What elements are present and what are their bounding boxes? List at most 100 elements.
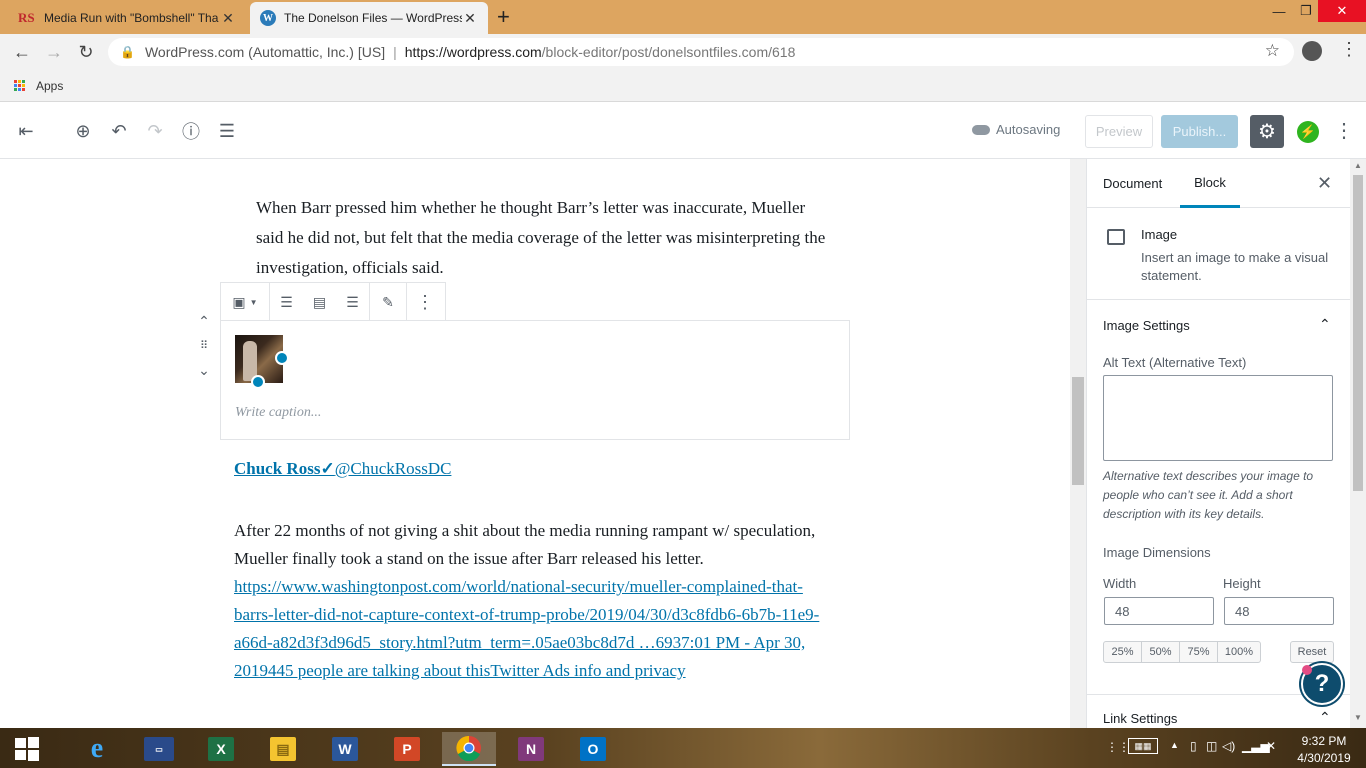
outline-icon[interactable]: ☰ xyxy=(214,118,240,144)
account-avatar-icon[interactable] xyxy=(1302,41,1322,61)
minimize-button[interactable]: — xyxy=(1264,0,1294,22)
align-left-icon[interactable]: ☰ xyxy=(270,283,303,321)
tab-close-icon[interactable]: ✕ xyxy=(220,10,236,27)
percent-50-button[interactable]: 50% xyxy=(1141,641,1180,663)
block-toolbar: ▣ ▼ ☰ ▤ ☰ ✎ ⋮ xyxy=(220,282,446,321)
preview-button[interactable]: Preview xyxy=(1085,115,1153,148)
width-label: Width xyxy=(1103,576,1137,591)
caption-input[interactable]: Write caption... xyxy=(235,405,321,421)
image-block[interactable]: Write caption... xyxy=(220,320,850,440)
url-host: https://wordpress.com xyxy=(404,44,542,60)
info-icon[interactable]: ⓘ xyxy=(178,118,204,144)
width-field[interactable]: 48 xyxy=(1104,597,1214,625)
scroll-down-arrow-icon[interactable]: ▼ xyxy=(1354,713,1362,722)
vertical-ellipsis-icon[interactable]: ⋮ xyxy=(1334,118,1354,143)
chrome-icon[interactable] xyxy=(442,732,496,766)
block-type-switcher[interactable]: ▣ ▼ xyxy=(221,283,269,321)
network-icon[interactable]: ◫ xyxy=(1206,739,1217,753)
publish-button[interactable]: Publish... xyxy=(1161,115,1238,148)
show-hidden-icons[interactable]: ▲ xyxy=(1170,740,1179,750)
onenote-icon[interactable]: N xyxy=(504,732,558,766)
percent-25-button[interactable]: 25% xyxy=(1103,641,1142,663)
windows-start-icon[interactable] xyxy=(0,732,54,766)
browser-tab-rs[interactable]: RS Media Run with "Bombshell" Tha ✕ xyxy=(8,2,246,34)
sidebar-scrollbar[interactable]: ▲ ▼ xyxy=(1350,159,1366,728)
outlook-icon[interactable]: O xyxy=(566,732,620,766)
exit-icon[interactable]: ⇤ xyxy=(13,118,39,144)
action-center-icon[interactable]: ✕ xyxy=(1266,739,1276,753)
volume-icon[interactable]: ◁) xyxy=(1222,739,1235,753)
new-tab-button[interactable]: + xyxy=(497,4,510,30)
maximize-button[interactable]: ❐ xyxy=(1292,0,1320,22)
align-right-icon[interactable]: ☰ xyxy=(336,283,369,321)
align-center-icon[interactable]: ▤ xyxy=(303,283,336,321)
move-up-icon[interactable]: ⌃ xyxy=(195,313,213,330)
browser-tab-wordpress[interactable]: W The Donelson Files — WordPress ✕ xyxy=(250,2,488,34)
excel-icon[interactable]: X xyxy=(194,732,248,766)
image-settings-toggle[interactable]: Image Settings xyxy=(1103,318,1190,333)
tweet-author-link[interactable]: Chuck Ross✓@ChuckRossDC xyxy=(234,459,451,479)
autosave-label: Autosaving xyxy=(996,122,1061,137)
alt-text-help: Alternative text describes your image to… xyxy=(1103,469,1314,521)
article-link[interactable]: https://www.washingtonpost.com/world/nat… xyxy=(234,577,819,680)
link-settings-toggle[interactable]: Link Settings xyxy=(1103,711,1177,726)
resize-handle-right[interactable] xyxy=(275,351,289,365)
percent-100-button[interactable]: 100% xyxy=(1217,641,1261,663)
browser-menu-icon[interactable]: ⋮ xyxy=(1340,39,1358,60)
scroll-up-arrow-icon[interactable]: ▲ xyxy=(1354,161,1362,170)
height-label: Height xyxy=(1223,576,1261,591)
apps-bookmark[interactable]: Apps xyxy=(36,79,63,93)
image-dimensions-label: Image Dimensions xyxy=(1103,545,1211,560)
apps-grid-icon xyxy=(14,79,26,92)
browser-toolbar: ← → ↻ 🔒 WordPress.com (Automattic, Inc.)… xyxy=(0,34,1366,70)
move-down-icon[interactable]: ⌄ xyxy=(195,362,213,379)
resize-handle-bottom[interactable] xyxy=(251,375,265,389)
tab-close-icon[interactable]: ✕ xyxy=(462,10,478,27)
paragraph-block[interactable]: When Barr pressed him whether he thought… xyxy=(256,193,836,283)
editor-scrollbar[interactable] xyxy=(1070,159,1086,728)
windows-taskbar: e ▭ X ▤ W P N O ⋮⋮ ▦▦ ▲ ▯ ◫ ◁) ▁▃▅ ✕ 9:3… xyxy=(0,728,1366,768)
clock-time: 9:32 PM xyxy=(1301,734,1347,748)
reload-button[interactable]: ↻ xyxy=(73,40,99,64)
url-path: /block-editor/post/donelsontfiles.com/61… xyxy=(541,44,796,60)
jetpack-icon[interactable]: ⚡ xyxy=(1297,121,1319,143)
close-icon[interactable]: ✕ xyxy=(1317,173,1332,194)
bookmarks-bar: Apps xyxy=(0,70,1366,102)
window-close-button[interactable]: ✕ xyxy=(1318,0,1366,22)
block-card-description: Insert an image to make a visual stateme… xyxy=(1141,250,1329,283)
percent-75-button[interactable]: 75% xyxy=(1179,641,1218,663)
rolling-stone-favicon-icon: RS xyxy=(18,10,35,25)
wordpress-favicon-icon: W xyxy=(260,10,276,26)
chevron-up-icon[interactable]: ⌃ xyxy=(1319,709,1331,726)
undo-icon[interactable]: ↶ xyxy=(106,118,132,144)
powerpoint-icon[interactable]: P xyxy=(380,732,434,766)
gear-icon: ⚙ xyxy=(1258,121,1276,143)
back-button[interactable]: ← xyxy=(9,40,35,64)
add-block-icon[interactable]: ⊕ xyxy=(70,118,96,144)
more-options-icon[interactable]: ⋮ xyxy=(407,283,443,321)
scrollbar-thumb[interactable] xyxy=(1353,175,1363,491)
taskbar-clock[interactable]: 9:32 PM 4/30/2019 xyxy=(1292,733,1356,767)
lenovo-icon[interactable]: ▭ xyxy=(132,732,186,766)
tab-block[interactable]: Block xyxy=(1180,159,1240,208)
file-explorer-icon[interactable]: ▤ xyxy=(256,732,310,766)
paragraph-block[interactable]: After 22 months of not giving a shit abo… xyxy=(234,517,834,685)
address-bar[interactable]: 🔒 WordPress.com (Automattic, Inc.) [US] … xyxy=(108,38,1294,66)
bookmark-star-icon[interactable]: ☆ xyxy=(1265,41,1280,61)
alt-text-field[interactable] xyxy=(1103,375,1333,461)
internet-explorer-icon[interactable]: e xyxy=(70,732,124,766)
keyboard-icon[interactable]: ▦▦ xyxy=(1128,738,1158,754)
height-field[interactable]: 48 xyxy=(1224,597,1334,625)
redo-icon[interactable]: ↷ xyxy=(142,118,168,144)
lock-icon: 🔒 xyxy=(120,45,135,59)
settings-button[interactable]: ⚙ xyxy=(1250,115,1284,148)
reset-button[interactable]: Reset xyxy=(1290,641,1334,663)
chevron-up-icon[interactable]: ⌃ xyxy=(1319,316,1331,333)
scrollbar-thumb[interactable] xyxy=(1072,377,1084,485)
tab-document[interactable]: Document xyxy=(1103,159,1162,208)
drag-handle-icon[interactable]: ⠿ xyxy=(195,339,213,352)
edit-pencil-icon[interactable]: ✎ xyxy=(370,283,406,321)
forward-button[interactable]: → xyxy=(41,40,67,64)
word-icon[interactable]: W xyxy=(318,732,372,766)
battery-icon[interactable]: ▯ xyxy=(1190,739,1197,753)
